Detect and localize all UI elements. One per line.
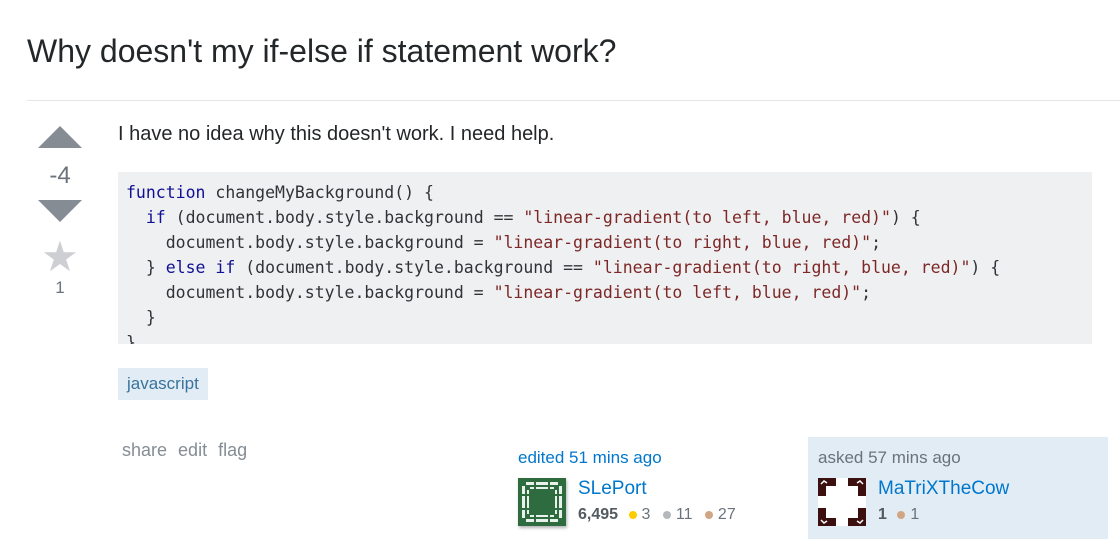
vote-cell: -4 ★ 1 [30,126,90,298]
silver-badges: 11 [662,504,692,526]
asker-reputation: 1 1 [878,504,1009,526]
post-cell: I have no idea why this doesn't work. I … [118,120,1108,400]
code-line: } [126,308,156,327]
share-link[interactable]: share [122,440,167,460]
edited-time-link[interactable]: edited 51 mins ago [518,447,798,469]
editor-reputation: 6,495 3 11 27 [578,504,744,526]
edit-link[interactable]: edit [178,440,207,460]
question-title[interactable]: Why doesn't my if-else if statement work… [27,30,616,72]
code-line: document.body.style.background = "linear… [126,233,881,252]
editor-signature: edited 51 mins ago SLePort 6,495 3 11 27 [518,447,798,526]
bronze-badge-icon [897,511,906,519]
code-line: document.body.style.background = "linear… [126,283,872,302]
divider [27,100,1120,101]
editor-name[interactable]: SLePort [578,478,744,500]
reputation-score: 6,495 [578,506,619,523]
code-line: } [126,333,136,344]
upvote-arrow-icon[interactable] [38,126,82,148]
asker-avatar[interactable] [818,478,866,526]
flag-link[interactable]: flag [218,440,247,460]
vote-count: -4 [49,162,71,189]
editor-avatar[interactable] [518,478,566,526]
downvote-arrow-icon[interactable] [38,200,82,222]
bronze-badges: 27 [704,504,736,526]
asker-name[interactable]: MaTriXTheCow [878,478,1009,500]
reputation-score: 1 [878,506,887,523]
code-line: } else if (document.body.style.backgroun… [126,258,1001,277]
star-icon[interactable]: ★ [30,236,90,278]
asker-signature: asked 57 mins ago MaTriXTheCow 1 1 [808,437,1108,539]
post-text: I have no idea why this doesn't work. I … [118,123,555,145]
tag-javascript[interactable]: javascript [118,368,208,400]
gold-badges: 3 [628,504,650,526]
code-line: if (document.body.style.background == "l… [145,208,921,227]
bronze-badge-icon [704,511,713,519]
favorite-count: 1 [55,278,65,297]
code-block: function changeMyBackground() { if (docu… [118,172,1092,344]
code-line: function changeMyBackground() { [126,183,434,202]
asked-time: asked 57 mins ago [818,448,961,467]
silver-badge-icon [662,511,671,519]
bronze-badges: 1 [897,504,919,526]
post-menu: share edit flag [122,440,253,461]
gold-badge-icon [628,511,637,519]
